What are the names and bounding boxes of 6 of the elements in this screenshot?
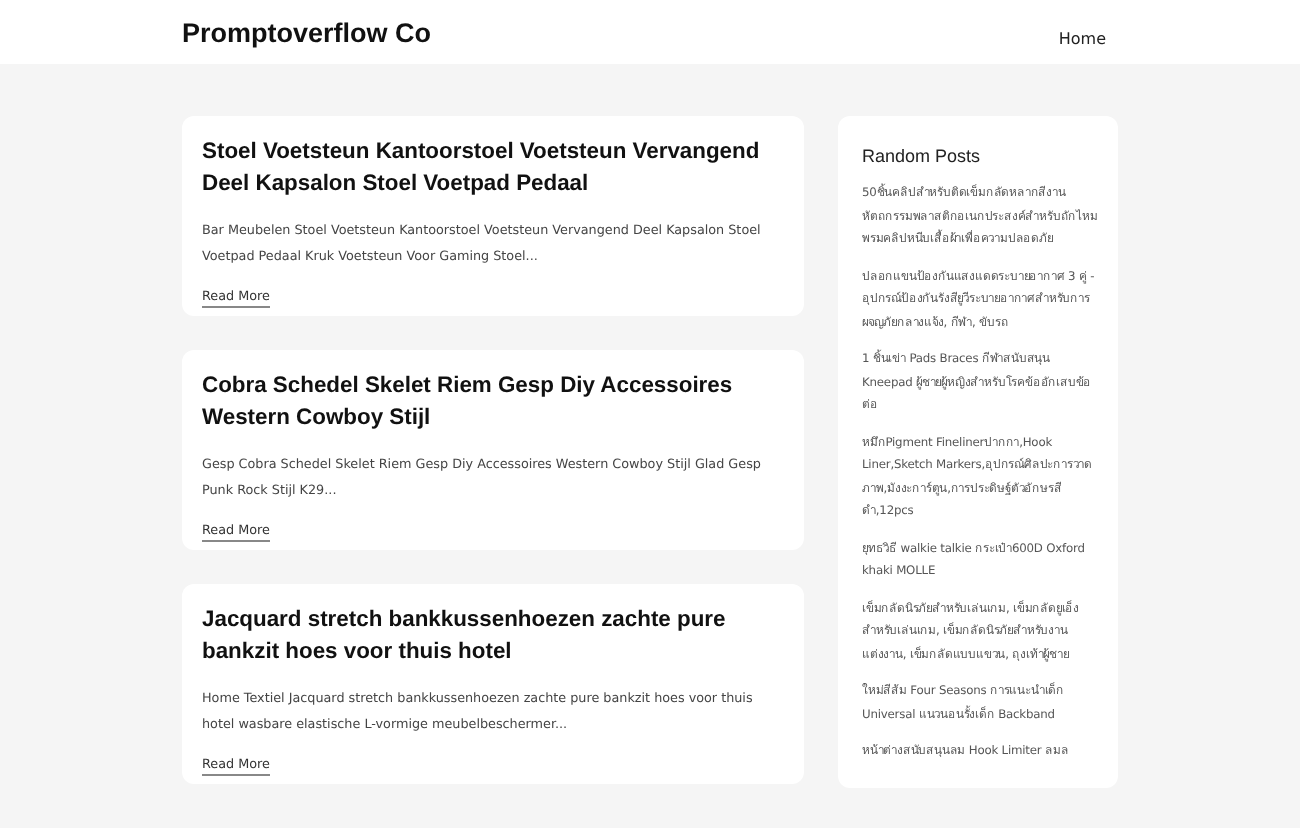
post-title: Cobra Schedel Skelet Riem Gesp Diy Accessoires Western Cowboy Stijl — [202, 372, 735, 434]
nav-link[interactable]: Home — [1058, 29, 1106, 47]
post-title: Jacquard stretch bankkussenhoezen zachte pure bankzit hoes voor thuis hotel — [202, 606, 728, 668]
sidebar-title: Random Posts — [862, 146, 983, 166]
post-title: Stoel Voetsteun Kantoorstoel Voetsteun Vervangend Deel Kapsalon Stoel Voetpad Pedaal — [202, 138, 762, 200]
site-brand[interactable]: Promptoverflow Co — [182, 17, 432, 47]
